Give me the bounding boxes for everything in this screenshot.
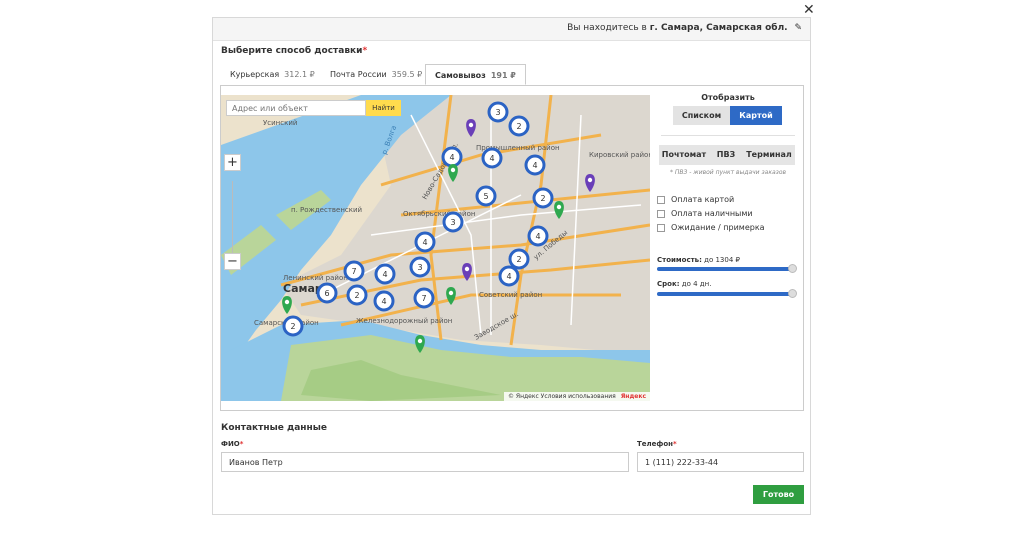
map-label: Советский район bbox=[479, 291, 542, 299]
name-field[interactable] bbox=[221, 452, 629, 472]
tab-pickup[interactable]: Самовывоз 191 ₽ bbox=[425, 64, 526, 85]
cost-label: Стоимость: до 1304 ₽ bbox=[657, 256, 740, 264]
checkbox[interactable] bbox=[657, 196, 665, 204]
cluster-count: 4 bbox=[535, 232, 540, 241]
cluster-count: 6 bbox=[324, 289, 329, 298]
term-slider-handle[interactable] bbox=[788, 289, 797, 298]
yandex-logo: Яндекс bbox=[620, 393, 646, 400]
pickup-panel: Усинский Промышленный район Кировский ра… bbox=[220, 85, 804, 411]
show-label: Отобразить bbox=[701, 93, 755, 102]
cluster-count: 3 bbox=[450, 218, 455, 227]
name-label: ФИО* bbox=[221, 440, 244, 448]
phone-label: Телефон* bbox=[637, 440, 677, 448]
cluster-count: 7 bbox=[351, 267, 356, 276]
zoom-out-button[interactable]: − bbox=[224, 253, 241, 270]
map-label: Кировский район bbox=[589, 151, 650, 159]
cluster-count: 3 bbox=[417, 263, 422, 272]
pin-dot bbox=[448, 290, 454, 296]
map-canvas: Усинский Промышленный район Кировский ра… bbox=[221, 95, 650, 401]
cluster-count: 2 bbox=[290, 322, 295, 331]
map-label: Октябрьский район bbox=[403, 210, 475, 218]
delivery-modal: Вы находитесь в г. Самара, Самарская обл… bbox=[212, 17, 811, 515]
pin-dot bbox=[284, 299, 290, 305]
zoom-in-button[interactable]: + bbox=[224, 154, 241, 171]
cluster-count: 2 bbox=[540, 194, 545, 203]
cluster-count: 2 bbox=[516, 122, 521, 131]
tab-courier[interactable]: Курьерская 312.1 ₽ bbox=[221, 64, 324, 85]
checkbox[interactable] bbox=[657, 224, 665, 232]
map-label: п. Рождественский bbox=[291, 206, 362, 214]
cluster-count: 5 bbox=[483, 192, 488, 201]
map-label: Усинский bbox=[263, 119, 297, 127]
map-search-input[interactable] bbox=[226, 100, 366, 116]
divider bbox=[661, 135, 795, 136]
pencil-icon[interactable]: ✎ bbox=[794, 23, 802, 33]
pin-dot bbox=[468, 122, 474, 128]
location-prefix: Вы находитесь в bbox=[567, 23, 647, 33]
cluster-count: 4 bbox=[506, 272, 511, 281]
pvz-note: * ПВЗ - живой пункт выдачи заказов bbox=[669, 169, 787, 176]
term-slider[interactable] bbox=[657, 292, 792, 296]
cluster-count: 4 bbox=[381, 297, 386, 306]
location-text[interactable]: Вы находитесь в г. Самара, Самарская обл… bbox=[567, 23, 802, 33]
zoom-slider[interactable] bbox=[232, 181, 233, 261]
cost-slider[interactable] bbox=[657, 267, 792, 271]
cluster-count: 2 bbox=[516, 255, 521, 264]
phone-field[interactable] bbox=[637, 452, 804, 472]
checkbox[interactable] bbox=[657, 210, 665, 218]
cluster-count: 4 bbox=[532, 161, 537, 170]
cluster-count: 4 bbox=[449, 153, 454, 162]
filter-terminal[interactable]: Терминал bbox=[743, 145, 795, 165]
pin-dot bbox=[587, 177, 593, 183]
location-bar: Вы находитесь в г. Самара, Самарская обл… bbox=[213, 18, 810, 41]
map-label: Ленинский район bbox=[283, 274, 348, 282]
point-type-filter: Почтомат ПВЗ Терминал bbox=[659, 145, 795, 165]
map-search-button[interactable]: Найти bbox=[366, 100, 401, 116]
view-map-button[interactable]: Картой bbox=[730, 106, 782, 125]
term-label: Срок: до 4 дн. bbox=[657, 280, 712, 288]
cluster-count: 2 bbox=[354, 291, 359, 300]
cluster-count: 4 bbox=[422, 238, 427, 247]
pin-dot bbox=[464, 266, 470, 272]
pin-dot bbox=[417, 338, 423, 344]
cost-slider-handle[interactable] bbox=[788, 264, 797, 273]
view-list-button[interactable]: Списком bbox=[673, 106, 730, 125]
submit-button[interactable]: Готово bbox=[753, 485, 804, 504]
map-copyright[interactable]: © Яндекс Условия использования Яндекс bbox=[504, 392, 650, 401]
delivery-title: Выберите способ доставки* bbox=[221, 46, 368, 56]
close-icon[interactable]: ✕ bbox=[803, 2, 815, 18]
filter-postamat[interactable]: Почтомат bbox=[659, 145, 709, 165]
filter-pvz[interactable]: ПВЗ bbox=[709, 145, 743, 165]
cluster-count: 3 bbox=[495, 108, 500, 117]
pin-dot bbox=[556, 204, 562, 210]
cluster-count: 4 bbox=[382, 270, 387, 279]
tab-post[interactable]: Почта России 359.5 ₽ bbox=[321, 64, 431, 85]
pickup-map[interactable]: Усинский Промышленный район Кировский ра… bbox=[221, 95, 650, 401]
contacts-title: Контактные данные bbox=[221, 423, 327, 433]
cluster-count: 4 bbox=[489, 154, 494, 163]
pin-dot bbox=[450, 167, 456, 173]
cluster-count: 7 bbox=[421, 294, 426, 303]
location-city: г. Самара, Самарская обл. bbox=[649, 23, 788, 33]
map-label: Железнодорожный район bbox=[356, 317, 452, 325]
